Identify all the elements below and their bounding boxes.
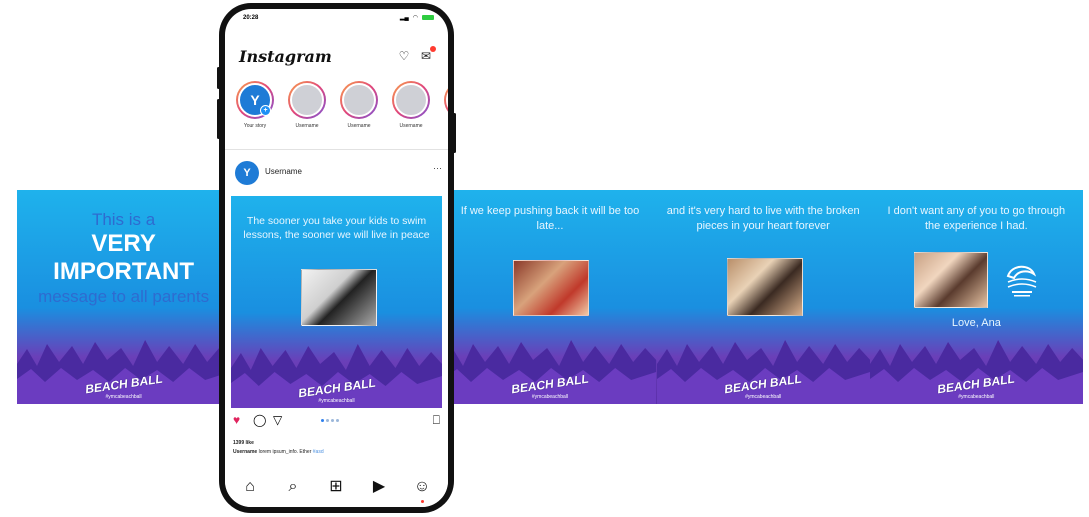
heart-outline-icon[interactable]: ♡ xyxy=(396,48,412,64)
new-post-icon[interactable]: ⊞ xyxy=(325,476,347,498)
story-item[interactable]: Us xyxy=(441,81,448,143)
post-avatar[interactable]: Y xyxy=(235,161,259,185)
story-ring xyxy=(444,81,448,119)
carousel-panel-2: If we keep pushing back it will be too l… xyxy=(443,190,657,404)
story-avatar xyxy=(394,83,428,117)
post-header: Y Username ··· xyxy=(225,157,448,187)
status-time: 20:28 xyxy=(243,15,259,21)
photo-family xyxy=(913,252,988,308)
brand-block: BEACH BALL #ymcabeachball xyxy=(510,372,590,400)
likes-count[interactable]: 1399 like xyxy=(233,440,254,446)
intro-line-3: IMPORTANT xyxy=(53,258,195,285)
story-ring xyxy=(288,81,326,119)
intro-line-1: This is a xyxy=(91,210,156,229)
post-image[interactable]: The sooner you take your kids to swim le… xyxy=(231,196,442,408)
photo-girl xyxy=(726,258,803,316)
photo-mother-daughter xyxy=(513,260,590,316)
phone-mockup: 20:28 ▂▄ ◠ Instagram ♡ ✉ Y + Your story … xyxy=(217,3,456,513)
panel-text: If we keep pushing back it will be too l… xyxy=(460,205,640,232)
intro-line-2: VERY xyxy=(91,230,156,257)
comment-icon[interactable]: ◯ xyxy=(253,413,266,427)
story-label: Username xyxy=(295,123,319,129)
story-avatar xyxy=(342,83,376,117)
status-icons: ▂▄ ◠ xyxy=(400,14,434,21)
carousel-dot xyxy=(321,419,324,422)
brand-block: BEACH BALL #ymcabeachball xyxy=(84,372,164,400)
share-icon[interactable]: ▽ xyxy=(273,413,282,427)
carousel-panel-4: I don't want any of you to go through th… xyxy=(869,190,1083,404)
ymca-avatar: Y + xyxy=(238,83,272,117)
story-own[interactable]: Y + Your story xyxy=(233,81,277,143)
caption-hashtag[interactable]: #asd xyxy=(313,449,324,455)
story-label: Your story xyxy=(243,123,267,129)
like-heart-icon[interactable]: ♥ xyxy=(233,413,240,427)
post-actions: ♥ ◯ ▽ ⎕ xyxy=(225,413,448,429)
carousel-dot xyxy=(326,419,329,422)
story-label: Username xyxy=(399,123,423,129)
story-item[interactable]: Username xyxy=(285,81,329,143)
phone-side-button xyxy=(217,99,220,139)
divider xyxy=(225,149,448,150)
instagram-logo: Instagram xyxy=(239,47,332,66)
caption-text: lorem ipsum_info. Ether xyxy=(258,449,312,455)
lighthouse-logo-icon xyxy=(1006,265,1037,297)
post-username[interactable]: Username xyxy=(265,167,302,176)
carousel-dot xyxy=(331,419,334,422)
profile-icon[interactable]: ☺ xyxy=(411,476,433,503)
add-story-icon: + xyxy=(260,105,271,116)
bottom-nav: ⌂ ⌕ ⊞ ▶ ☺ xyxy=(225,467,448,507)
phone-power-button xyxy=(453,113,456,153)
post-caption: Username lorem ipsum_info. Ether #asd xyxy=(233,449,324,455)
instagram-header: Instagram ♡ ✉ xyxy=(225,45,448,69)
battery-icon xyxy=(422,15,434,20)
home-icon[interactable]: ⌂ xyxy=(239,476,261,498)
story-item[interactable]: Username xyxy=(337,81,381,143)
carousel-strip: This is a VERY IMPORTANT message to all … xyxy=(17,190,1083,404)
story-ring xyxy=(392,81,430,119)
signoff-text: Love, Ana xyxy=(951,317,1001,329)
reels-icon[interactable]: ▶ xyxy=(368,476,390,498)
panel-text: I don't want any of you to go through th… xyxy=(887,205,1066,232)
brand-block: BEACH BALL #ymcabeachball xyxy=(723,372,803,400)
brand-block: BEACH BALL #ymcabeachball xyxy=(297,376,377,404)
phone-side-button xyxy=(217,67,220,89)
intro-line-4: message to all parents xyxy=(38,287,210,306)
carousel-dots xyxy=(321,419,339,422)
post-image-text: The sooner you take your kids to swim le… xyxy=(243,215,430,241)
carousel-panel-intro: This is a VERY IMPORTANT message to all … xyxy=(17,190,231,404)
story-ring xyxy=(340,81,378,119)
carousel-dot xyxy=(336,419,339,422)
notification-dot xyxy=(420,500,424,503)
post-photo xyxy=(301,269,377,326)
notification-dot xyxy=(430,46,436,52)
story-avatar xyxy=(290,83,324,117)
story-label: Username xyxy=(347,123,371,129)
caption-username[interactable]: Username xyxy=(233,449,257,455)
story-ring: Y + xyxy=(236,81,274,119)
signal-icon: ▂▄ xyxy=(399,15,409,21)
carousel-panel-3: and it's very hard to live with the brok… xyxy=(656,190,870,404)
status-bar: 20:28 ▂▄ ◠ xyxy=(225,9,448,23)
phone-screen: 20:28 ▂▄ ◠ Instagram ♡ ✉ Y + Your story … xyxy=(225,9,448,507)
stories-row: Y + Your story Username Username Usernam… xyxy=(233,81,448,143)
story-item[interactable]: Username xyxy=(389,81,433,143)
wifi-icon: ◠ xyxy=(412,15,418,21)
bookmark-icon[interactable]: ⎕ xyxy=(433,413,440,427)
story-label: Us xyxy=(441,123,448,129)
story-avatar xyxy=(446,83,448,117)
messenger-icon[interactable]: ✉ xyxy=(418,46,436,64)
search-icon[interactable]: ⌕ xyxy=(282,476,304,498)
brand-block: BEACH BALL #ymcabeachball xyxy=(936,372,1016,400)
more-options-icon[interactable]: ··· xyxy=(433,163,442,173)
panel-text: and it's very hard to live with the brok… xyxy=(666,205,860,232)
